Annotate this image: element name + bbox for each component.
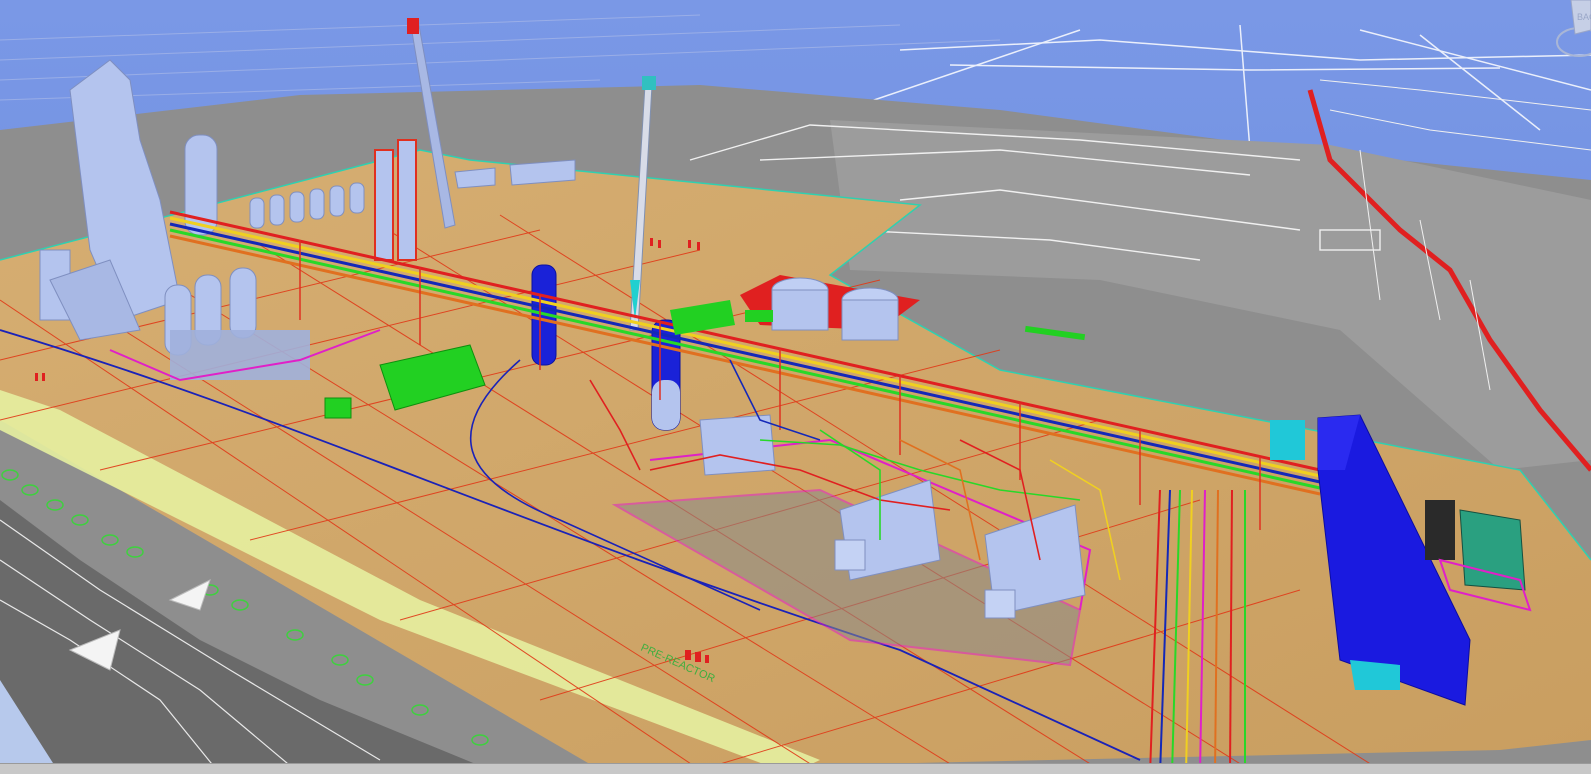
right-dark-panel [1425,500,1455,560]
plant-3d-scene[interactable]: PRE-REACTOR [0,0,1591,774]
nav-cube-icon[interactable]: BACK [1531,0,1591,60]
nav-cube-label: BACK [1577,12,1591,22]
green-small-box [324,397,352,419]
compass-ring-icon[interactable] [1556,27,1591,57]
status-bar [0,763,1591,774]
3d-model-viewport[interactable]: PRE-REACTOR BACK [0,0,1591,774]
